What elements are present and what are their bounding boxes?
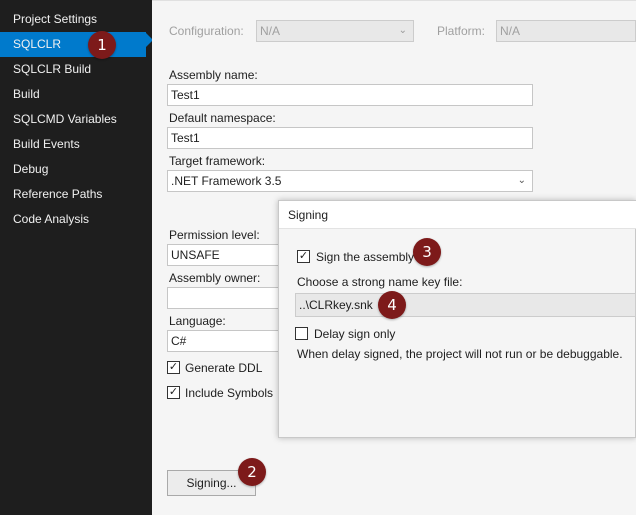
sidebar-item-label: Code Analysis [13, 212, 90, 226]
checkmark-icon: ✓ [168, 386, 179, 398]
permission-level-select[interactable]: UNSAFE [167, 244, 287, 266]
sidebar-item-label: SQLCMD Variables [13, 112, 117, 126]
platform-select[interactable]: N/A [496, 20, 636, 42]
default-namespace-label: Default namespace: [169, 111, 276, 125]
configuration-select[interactable]: N/A ⌄ [256, 20, 414, 42]
platform-value: N/A [500, 24, 521, 38]
signing-dialog: Signing [278, 200, 636, 438]
delay-sign-label: Delay sign only [314, 327, 396, 341]
sidebar-item-sqlclr[interactable]: SQLCLR [0, 32, 146, 57]
chevron-down-icon: ⌄ [517, 175, 526, 186]
sidebar-item-reference-paths[interactable]: Reference Paths [0, 182, 152, 207]
sidebar-item-project-settings[interactable]: Project Settings [0, 7, 152, 32]
sidebar-item-label: SQLCLR [13, 37, 62, 51]
platform-label: Platform: [437, 24, 486, 38]
sidebar-item-label: Reference Paths [13, 187, 103, 201]
assembly-owner-label: Assembly owner: [169, 271, 261, 285]
assembly-name-label: Assembly name: [169, 68, 258, 82]
sidebar-item-sqlcmd-variables[interactable]: SQLCMD Variables [0, 107, 152, 132]
callout-badge-3: 3 [413, 238, 441, 266]
sidebar-item-label: Debug [13, 162, 49, 176]
include-symbols-checkbox[interactable]: ✓ [167, 386, 180, 399]
default-namespace-input[interactable]: Test1 [167, 127, 533, 149]
key-file-label: Choose a strong name key file: [297, 275, 463, 289]
top-divider [152, 0, 636, 1]
permission-level-label: Permission level: [169, 228, 260, 242]
generate-ddl-checkbox[interactable]: ✓ [167, 361, 180, 374]
assembly-name-input[interactable]: Test1 [167, 84, 533, 106]
include-symbols-label: Include Symbols [185, 386, 274, 400]
sidebar-item-label: Project Settings [13, 12, 98, 26]
sidebar-item-label: SQLCLR Build [13, 62, 92, 76]
sidebar-item-sqlclr-build[interactable]: SQLCLR Build [0, 57, 152, 82]
target-framework-value: .NET Framework 3.5 [171, 174, 282, 188]
key-file-select[interactable]: ..\CLRkey.snk [295, 293, 636, 317]
dialog-title: Signing [279, 201, 636, 229]
target-framework-label: Target framework: [169, 154, 266, 168]
chevron-down-icon: ⌄ [398, 25, 407, 36]
generate-ddl-label: Generate DDL [185, 361, 263, 375]
sidebar-item-code-analysis[interactable]: Code Analysis [0, 207, 152, 232]
language-select[interactable]: C# [167, 330, 287, 352]
sidebar-item-label: Build [13, 87, 40, 101]
configuration-value: N/A [260, 24, 281, 38]
sidebar-item-build[interactable]: Build [0, 82, 152, 107]
configuration-label: Configuration: [169, 24, 244, 38]
callout-badge-2: 2 [238, 458, 266, 486]
assembly-owner-input[interactable] [167, 287, 287, 309]
sidebar-item-build-events[interactable]: Build Events [0, 132, 152, 157]
sidebar-item-label: Build Events [13, 137, 80, 151]
sign-assembly-label: Sign the assembly [316, 250, 415, 264]
target-framework-select[interactable]: .NET Framework 3.5 ⌄ [167, 170, 533, 192]
sidebar-item-debug[interactable]: Debug [0, 157, 152, 182]
sign-assembly-checkbox[interactable]: ✓ [297, 250, 310, 263]
checkmark-icon: ✓ [298, 250, 309, 262]
language-label: Language: [169, 314, 226, 328]
delay-sign-checkbox[interactable] [295, 327, 308, 340]
delay-sign-note: When delay signed, the project will not … [297, 347, 623, 361]
callout-badge-1: 1 [88, 31, 116, 59]
callout-badge-4: 4 [378, 291, 406, 319]
checkmark-icon: ✓ [168, 361, 179, 373]
